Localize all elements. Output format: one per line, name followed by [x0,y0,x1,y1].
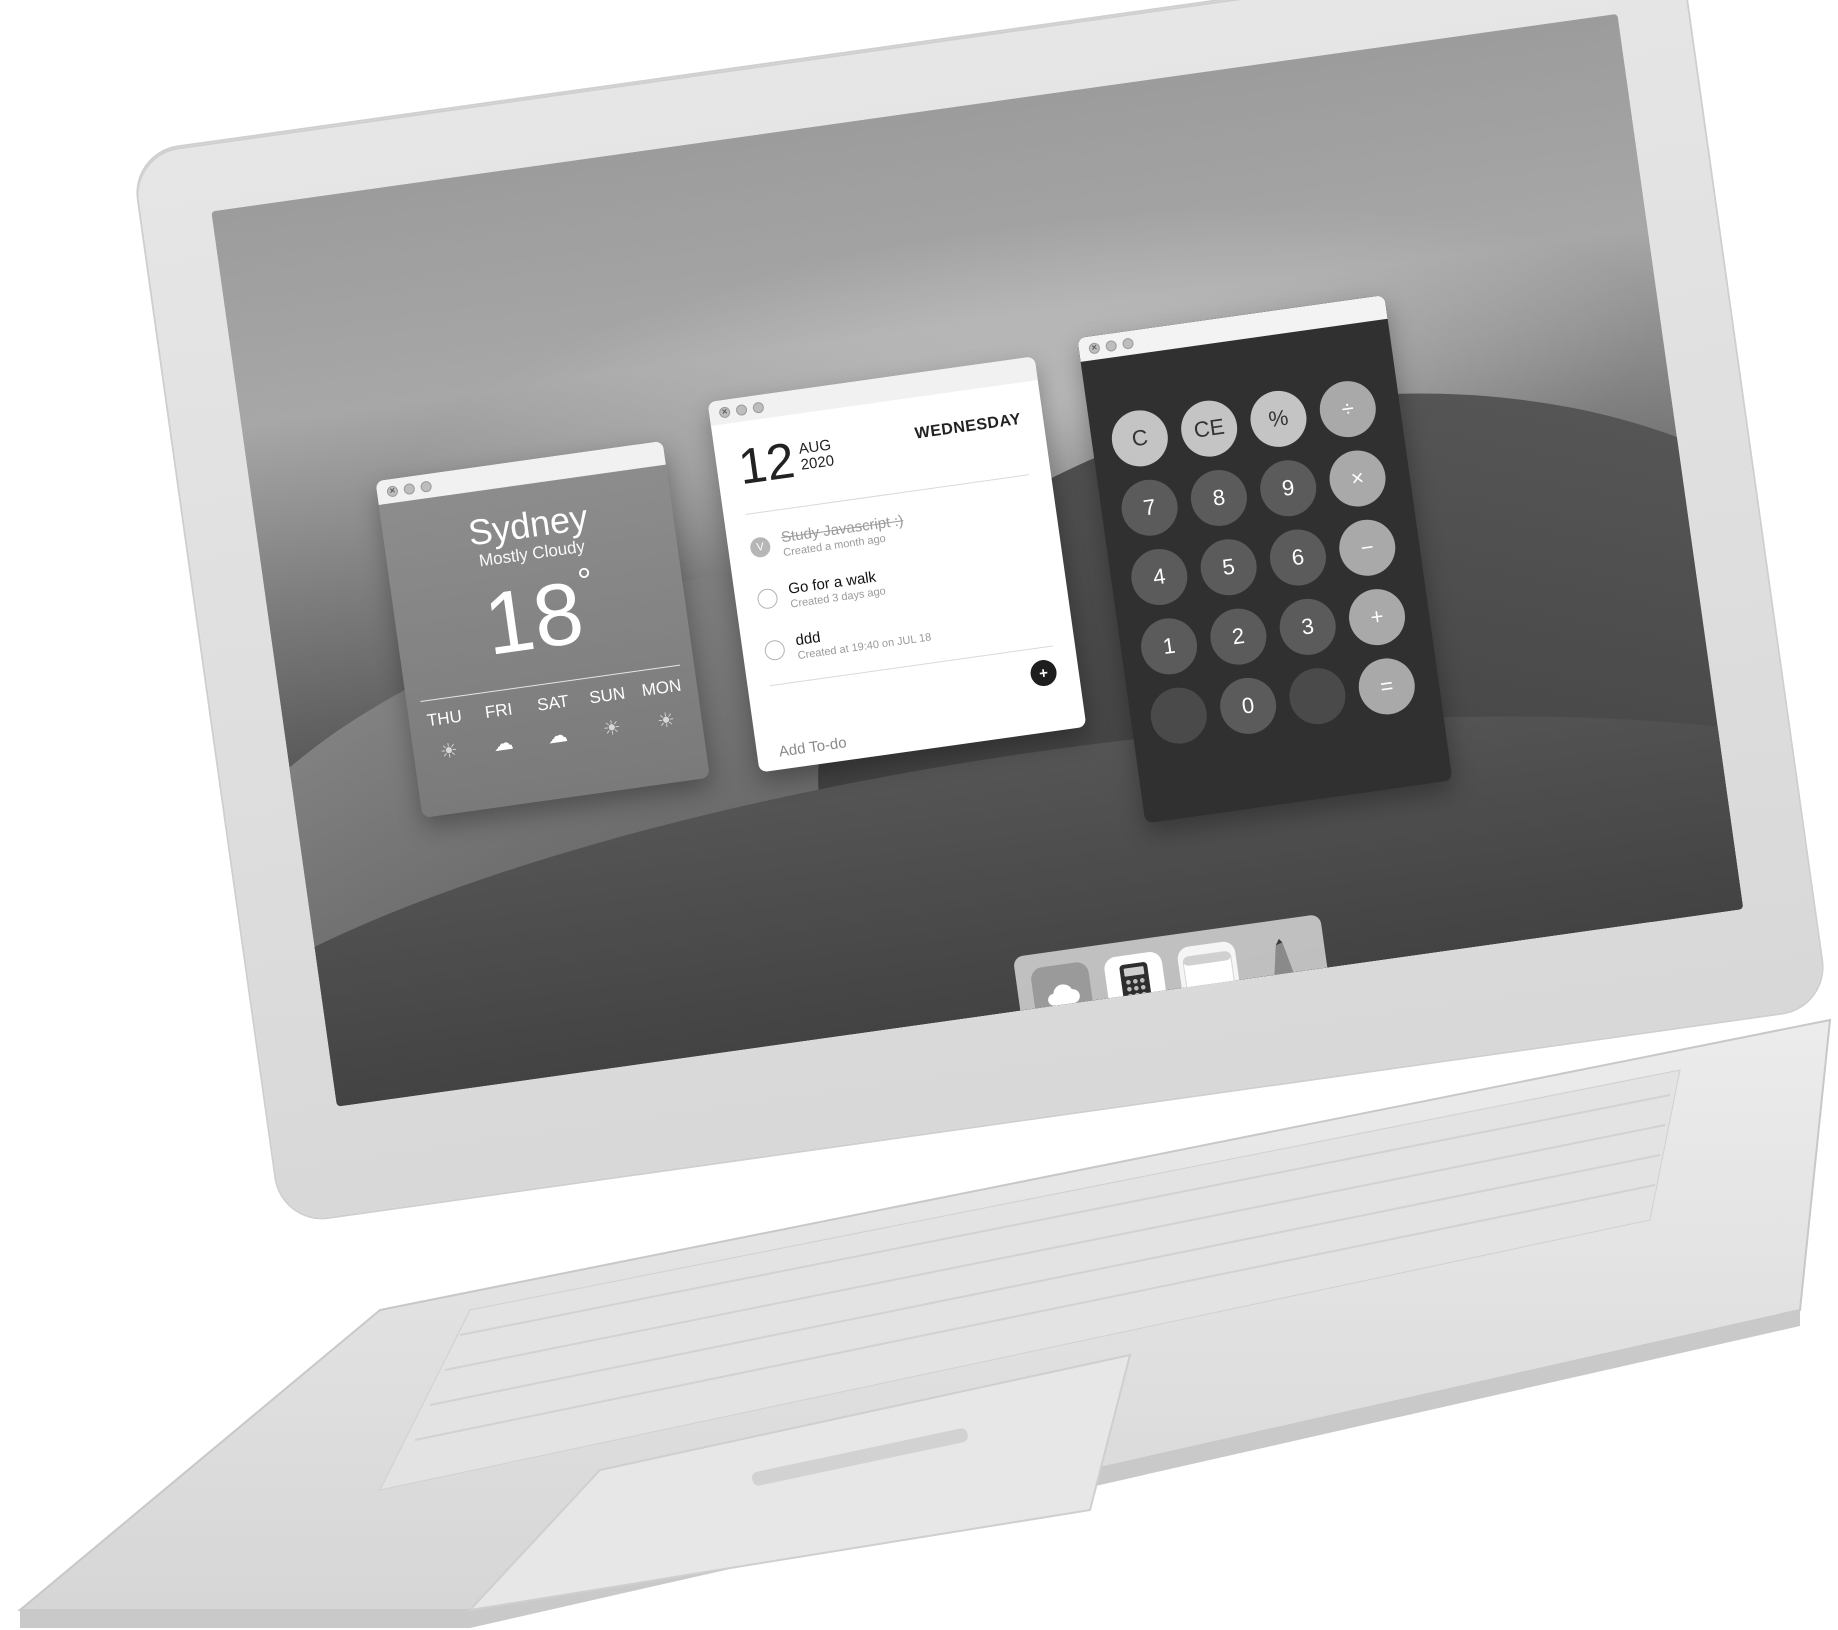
sun-icon: ☀ [601,716,623,741]
forecast-day: MON ☀ [635,675,692,737]
digit-3-button[interactable]: 3 [1276,595,1340,659]
forecast-day: SUN ☀ [581,683,638,745]
pencil-icon [1274,938,1296,986]
sun-icon: ☀ [655,708,677,734]
rain-cloud-icon: ☁ [491,731,515,757]
laptop-lid: × Sydney Mostly Cloudy 18° THU ☀ FRI ☁ S… [132,0,1828,1224]
running-indicator [1211,1006,1218,1012]
running-indicator [1065,1026,1071,1033]
maximize-button[interactable] [1121,336,1135,350]
equals-button[interactable]: = [1355,654,1419,719]
maximize-button[interactable] [419,479,433,493]
blank-key[interactable] [1147,684,1211,748]
todo-item-info: ddd Created at 19:40 on JUL 18 [794,614,932,662]
notes-icon [1182,951,1236,995]
todo-window: × 12 AUG 2020 WEDNESDAY V Study Javascri… [707,356,1087,773]
add-todo-button[interactable]: + [1028,658,1059,688]
percent-button[interactable]: % [1246,387,1311,451]
weather-window: × Sydney Mostly Cloudy 18° THU ☀ FRI ☁ S… [375,440,710,818]
calculator-icon [1119,962,1152,1005]
maximize-button[interactable] [752,400,765,414]
dock-calculator-app[interactable] [1102,950,1169,1023]
forecast-day-label: FRI [483,699,514,723]
dock-notes-app[interactable] [1176,940,1242,1012]
divide-button[interactable]: ÷ [1316,377,1380,441]
forecast-day-label: MON [640,675,683,701]
todo-item-info: Go for a walk Created 3 days ago [787,567,886,611]
date-month-year: AUG 2020 [798,437,836,474]
digit-5-button[interactable]: 5 [1197,535,1261,599]
dock-pencil-app[interactable] [1249,930,1315,996]
calculator-window: × C CE % ÷ 7 8 9 × 4 5 6 − 1 2 3 + 0 = [1077,294,1453,824]
dock-weather-app[interactable] [1029,960,1096,1033]
forecast-day: THU ☀ [418,705,475,767]
digit-6-button[interactable]: 6 [1266,525,1330,590]
forecast-row: THU ☀ FRI ☁ SAT ☁ SUN ☀ MON ☀ [408,674,703,770]
forecast-day-label: THU [425,706,464,731]
clear-button[interactable]: C [1108,406,1172,470]
todo-checkbox[interactable] [756,587,779,611]
weather-cloud-icon [1048,984,1080,1006]
digit-0-button[interactable]: 0 [1216,674,1280,738]
digit-4-button[interactable]: 4 [1127,545,1191,609]
close-icon[interactable]: × [718,405,731,419]
multiply-button[interactable]: × [1325,446,1390,511]
date-weekday: WEDNESDAY [913,410,1023,443]
digit-1-button[interactable]: 1 [1137,614,1201,678]
sun-icon: ☀ [438,739,460,764]
add-button[interactable]: + [1345,585,1409,649]
digit-8-button[interactable]: 8 [1187,466,1251,530]
forecast-day-label: SUN [588,683,627,708]
forecast-day: FRI ☁ [473,698,530,760]
digit-7-button[interactable]: 7 [1117,476,1182,540]
todo-checkbox-checked[interactable]: V [749,535,772,559]
rain-cloud-icon: ☁ [546,724,570,749]
temperature-value: 18 [478,562,590,674]
todo-checkbox[interactable] [763,638,787,662]
forecast-day: SAT ☁ [527,690,584,752]
forecast-day-label: SAT [535,691,571,715]
calculator-keypad: C CE % ÷ 7 8 9 × 4 5 6 − 1 2 3 + 0 = [1081,319,1443,750]
desktop-screen: × Sydney Mostly Cloudy 18° THU ☀ FRI ☁ S… [211,13,1744,1107]
minimize-button[interactable] [1104,339,1118,352]
close-icon[interactable]: × [386,484,399,498]
date-day: 12 [735,431,798,496]
clear-entry-button[interactable]: CE [1177,397,1241,461]
todo-item-info: Study Javascript :) Created a month ago [780,512,906,559]
running-indicator [1138,1016,1145,1023]
date-year: 2020 [799,452,836,474]
digit-2-button[interactable]: 2 [1206,604,1271,669]
close-icon[interactable]: × [1088,341,1101,355]
blank-key[interactable] [1285,664,1350,728]
minimize-button[interactable] [735,403,748,416]
digit-9-button[interactable]: 9 [1256,456,1320,520]
minimize-button[interactable] [403,482,416,495]
subtract-button[interactable]: − [1335,516,1399,580]
